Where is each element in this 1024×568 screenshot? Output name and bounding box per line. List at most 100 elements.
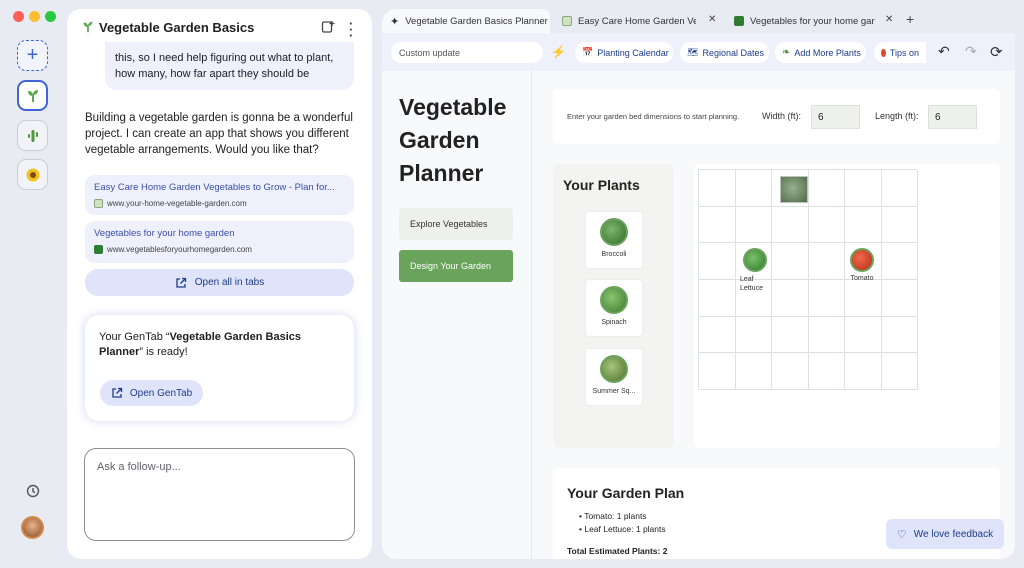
grid-cell[interactable] (772, 316, 809, 354)
leaf-lettuce-icon (743, 248, 767, 272)
width-label: Width (ft): (762, 111, 802, 121)
map-icon: 🗺 (687, 47, 699, 57)
follow-up-input[interactable]: Ask a follow-up... (84, 448, 355, 541)
open-gentab-button[interactable]: Open GenTab (100, 380, 203, 406)
grid-cell[interactable] (735, 170, 772, 207)
placed-plant-tomato[interactable]: Tomato (846, 248, 878, 282)
length-input[interactable]: 6 (928, 105, 977, 129)
undo-icon[interactable]: ↶ (938, 43, 950, 60)
seedling-icon (27, 89, 38, 102)
chip-tips[interactable]: Tips on (874, 42, 926, 63)
grid-cell[interactable] (699, 316, 736, 354)
plant-card-broccoli[interactable]: Broccoli (585, 211, 643, 269)
grid-cell[interactable] (808, 353, 845, 390)
cactus-icon (27, 129, 38, 142)
close-window-button[interactable] (13, 11, 24, 22)
redo-icon[interactable]: ↷ (965, 43, 977, 60)
open-all-in-tabs-button[interactable]: Open all in tabs (85, 269, 354, 296)
assistant-message: Building a vegetable garden is gonna be … (85, 112, 353, 156)
minimize-window-button[interactable] (29, 11, 40, 22)
grid-cell[interactable] (881, 316, 918, 354)
garden-plan-title: Your Garden Plan (567, 485, 685, 501)
grid-cell[interactable] (845, 170, 882, 207)
grid-cell[interactable] (772, 280, 809, 317)
grid-cell[interactable] (699, 170, 736, 207)
grid-cell[interactable] (881, 243, 918, 280)
grid-cell[interactable] (845, 316, 882, 354)
close-tab-icon[interactable]: ✕ (708, 14, 716, 25)
history-icon[interactable] (25, 483, 41, 499)
design-your-garden-button[interactable]: Design Your Garden (399, 250, 513, 282)
grid-cell[interactable] (772, 243, 809, 280)
source-link-1[interactable]: Easy Care Home Garden Vegetables to Grow… (85, 175, 354, 215)
more-options-icon[interactable]: · · · (349, 17, 355, 42)
user-message: this, so I need help figuring out what t… (105, 42, 354, 90)
grid-cell[interactable] (699, 206, 736, 244)
grid-cell[interactable] (881, 353, 918, 390)
grid-cell[interactable] (772, 206, 809, 244)
refresh-icon[interactable]: ⟳ (990, 43, 1003, 61)
explore-vegetables-button[interactable]: Explore Vegetables (399, 208, 513, 240)
rail-item-sunflower[interactable] (17, 159, 48, 190)
grid-cell[interactable] (735, 206, 772, 244)
grid-cell[interactable] (699, 243, 736, 280)
grid-cell[interactable] (699, 280, 736, 317)
grid-cell[interactable] (845, 280, 882, 317)
plus-icon: + (26, 44, 39, 66)
magic-wand-icon[interactable]: ⚡ (551, 45, 567, 61)
tomato-icon (881, 48, 886, 57)
grid-cell[interactable] (845, 353, 882, 390)
garden-grid-panel: Leaf Lettuce Tomato (694, 164, 1000, 448)
grid-cell[interactable] (845, 206, 882, 244)
grid-cell[interactable] (881, 280, 918, 317)
heart-icon: ♡ (896, 528, 907, 541)
feedback-button[interactable]: ♡ We love feedback (886, 519, 1004, 549)
leaf-icon: ❧ (782, 47, 791, 58)
chip-planting-calendar[interactable]: 📅 Planting Calendar (575, 42, 673, 63)
your-plants-panel: Your Plants Broccoli Spinach Summer Sq..… (553, 164, 674, 448)
leaf-favicon-icon (734, 16, 744, 26)
tab-vegetables-home-garden[interactable]: Vegetables for your home garden (726, 9, 880, 33)
grid-cell[interactable] (808, 170, 845, 207)
grid-cell[interactable] (699, 353, 736, 390)
spinach-icon (600, 286, 628, 314)
plan-item: • Leaf Lettuce: 1 plants (579, 524, 666, 534)
zoom-window-button[interactable] (45, 11, 56, 22)
length-label: Length (ft): (875, 111, 919, 121)
grid-cell[interactable] (808, 206, 845, 244)
avatar[interactable] (21, 516, 44, 539)
summer-squash-icon (600, 355, 628, 383)
chip-add-more-plants[interactable]: ❧ Add More Plants (775, 42, 866, 63)
plant-card-spinach[interactable]: Spinach (585, 279, 643, 337)
chip-regional-dates[interactable]: 🗺 Regional Dates (680, 42, 769, 63)
site-favicon-icon (94, 199, 103, 208)
site-favicon-icon (562, 16, 572, 26)
tab-easy-care-vegetables[interactable]: Easy Care Home Garden Vegetables (554, 9, 704, 33)
grid-cell[interactable] (735, 316, 772, 354)
tab-gentab-planner[interactable]: ✦ Vegetable Garden Basics Planner (382, 9, 550, 33)
new-gentab-button[interactable]: + (17, 40, 48, 71)
grid-cell[interactable] (735, 353, 772, 390)
new-tab-plus-icon[interactable]: + (906, 11, 914, 27)
grid-cell[interactable] (772, 353, 809, 390)
grid-cell[interactable] (808, 243, 845, 280)
grid-cell[interactable] (808, 280, 845, 317)
rail-item-vegetable-garden[interactable] (17, 80, 48, 111)
close-tab-icon[interactable]: ✕ (885, 14, 893, 25)
leaf-favicon-icon (94, 245, 103, 254)
plant-card-summer-squash[interactable]: Summer Sq... (585, 348, 643, 406)
grid-cell[interactable] (881, 170, 918, 207)
custom-update-input[interactable]: Custom update (391, 42, 543, 63)
source-title: Easy Care Home Garden Vegetables to Grow… (94, 182, 335, 193)
rail-item-cactus[interactable] (17, 120, 48, 151)
width-input[interactable]: 6 (811, 105, 860, 129)
your-plants-title: Your Plants (563, 177, 640, 193)
add-to-tab-icon[interactable] (321, 20, 335, 34)
dragging-plant-icon[interactable] (780, 176, 808, 203)
grid-cell[interactable] (808, 316, 845, 354)
chat-title: Vegetable Garden Basics (99, 19, 255, 35)
grid-cell[interactable] (881, 206, 918, 244)
source-link-2[interactable]: Vegetables for your home garden www.vege… (85, 221, 354, 263)
placed-plant-leaf-lettuce[interactable]: Leaf Lettuce (740, 248, 770, 293)
dimensions-card: Enter your garden bed dimensions to star… (553, 89, 1000, 144)
